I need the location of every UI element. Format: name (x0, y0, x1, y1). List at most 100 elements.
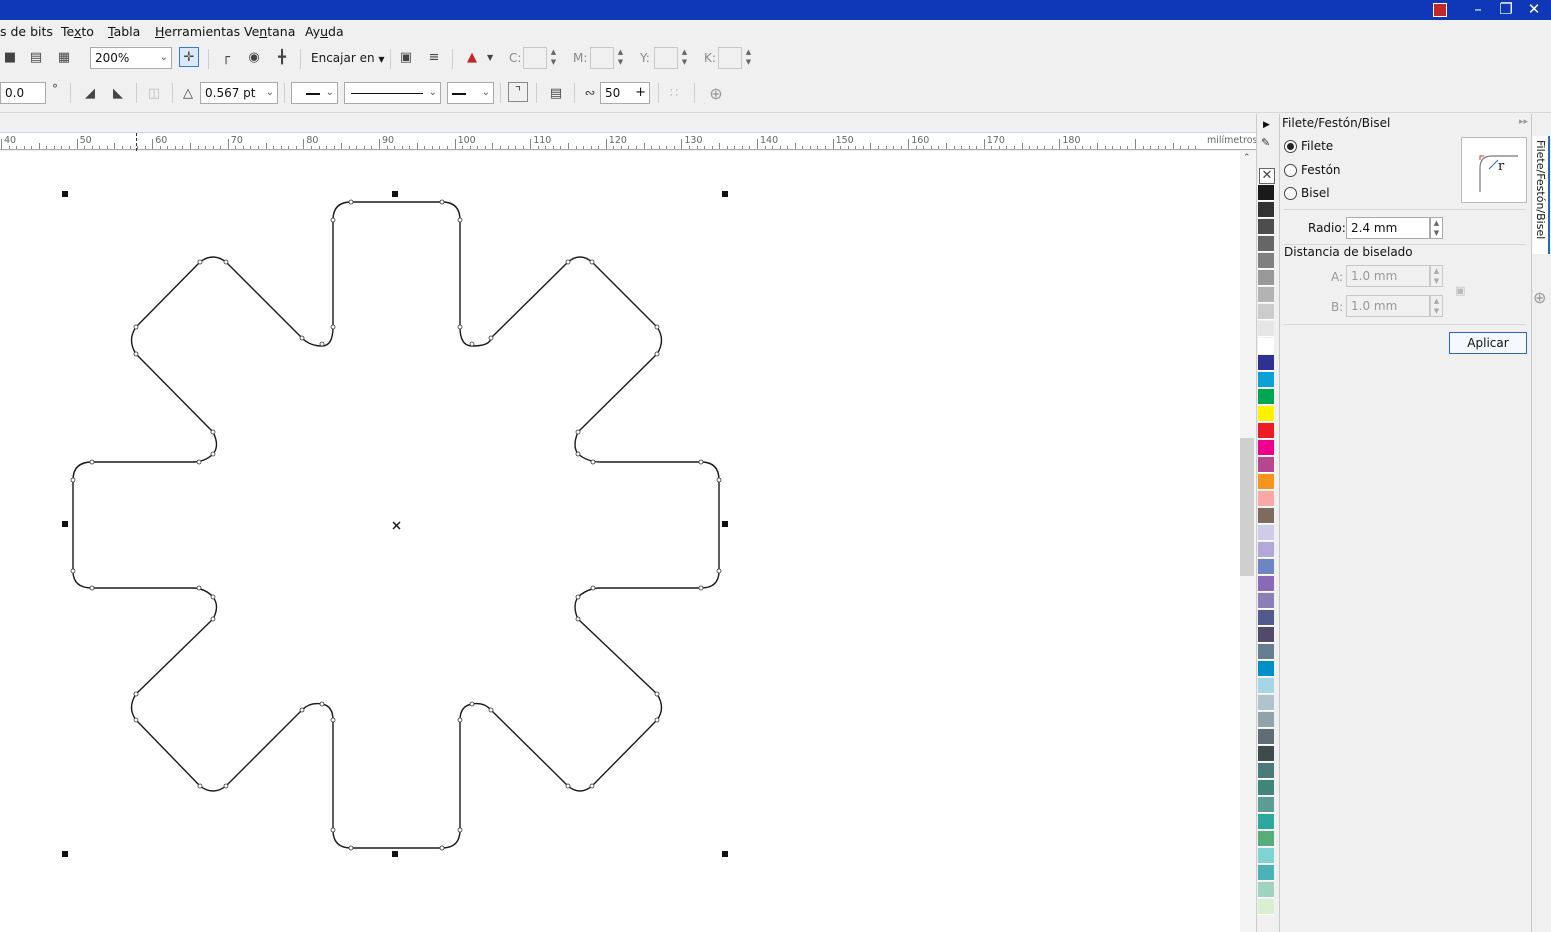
menu-item-bitmaps[interactable]: s de bits (0, 24, 53, 39)
color-swatch[interactable] (1258, 746, 1274, 762)
options-icon[interactable]: ▣ (396, 47, 416, 67)
color-swatch[interactable] (1258, 644, 1274, 660)
color-swatch[interactable] (1258, 525, 1274, 541)
color-swatch[interactable] (1258, 253, 1274, 269)
color-swatch[interactable] (1258, 270, 1274, 286)
color-swatch[interactable] (1258, 423, 1274, 439)
color-swatch[interactable] (1258, 389, 1274, 405)
color-swatch[interactable] (1258, 304, 1274, 320)
line-style-select[interactable]: ⌄ (344, 82, 441, 104)
color-swatch[interactable] (1258, 678, 1274, 694)
color-swatch[interactable] (1258, 219, 1274, 235)
color-swatch[interactable] (1258, 763, 1274, 779)
color-swatch[interactable] (1258, 899, 1274, 915)
mirror-vertical-icon[interactable]: ◣ (108, 83, 128, 103)
color-swatch[interactable] (1258, 372, 1274, 388)
color-swatch[interactable] (1258, 661, 1274, 677)
color-swatch[interactable] (1258, 185, 1274, 201)
minimize-icon[interactable]: – (1464, 0, 1492, 20)
publish-pdf-icon[interactable]: ▦ (54, 47, 74, 67)
color-swatch[interactable] (1258, 797, 1274, 813)
outline-pen-icon[interactable]: △ (178, 83, 198, 103)
color-swatch[interactable] (1258, 406, 1274, 422)
grid-view-icon[interactable]: ◉ (244, 47, 264, 67)
radio-scallop[interactable]: Festón (1284, 163, 1341, 177)
color-swatch[interactable] (1258, 831, 1274, 847)
launcher-dropdown-icon[interactable]: ▼ (487, 53, 493, 62)
smoothness-icon[interactable]: ∾ (580, 83, 600, 103)
color-swatch[interactable] (1258, 729, 1274, 745)
radio-fillet[interactable]: Filete (1284, 139, 1333, 153)
radius-spinner-icon[interactable]: ▲ ▼ (1430, 217, 1443, 239)
ruler-tick (197, 146, 199, 149)
color-swatch[interactable] (1258, 440, 1274, 456)
snap-to-menu[interactable]: Encajar en ▼ (311, 51, 385, 65)
color-swatch[interactable] (1258, 848, 1274, 864)
color-swatch[interactable] (1258, 508, 1274, 524)
zoom-select[interactable]: 200% ⌄ (90, 47, 172, 69)
color-swatch[interactable] (1258, 780, 1274, 796)
color-swatch[interactable] (1258, 474, 1274, 490)
color-swatch[interactable] (1258, 559, 1274, 575)
drawing-canvas[interactable] (0, 151, 1240, 932)
add-docker-icon[interactable]: ⊕ (1533, 288, 1546, 307)
color-swatch[interactable] (1258, 355, 1274, 371)
close-curve-icon[interactable]: ⌝ (508, 82, 528, 102)
align-settings-icon[interactable]: ≡ (424, 47, 444, 67)
menu-item-table[interactable]: Tabla (108, 24, 140, 39)
color-swatch[interactable] (1258, 610, 1274, 626)
color-swatch[interactable] (1258, 542, 1274, 558)
no-color-swatch[interactable]: ✕ (1259, 168, 1275, 184)
docker-tab-label: Filete/Festón/Bisel (1534, 140, 1547, 240)
color-swatch[interactable] (1258, 695, 1274, 711)
color-swatch[interactable] (1258, 593, 1274, 609)
add-icon[interactable]: ⊕ (706, 83, 726, 103)
canvas-svg[interactable] (0, 151, 1240, 932)
docker-expand-icon[interactable]: ▸▸ (1519, 117, 1528, 127)
ruler-tick (1187, 146, 1189, 149)
color-swatch[interactable] (1258, 202, 1274, 218)
outline-width-select[interactable]: 0.567 pt ⌄ (200, 82, 278, 104)
launcher-icon[interactable]: ▲ (462, 47, 482, 67)
start-arrow-select[interactable]: ⌄ (291, 82, 338, 104)
color-swatch[interactable] (1258, 287, 1274, 303)
menu-item-text[interactable]: Texto (61, 24, 94, 39)
color-swatch[interactable] (1258, 865, 1274, 881)
ruler-tick (31, 146, 33, 149)
eyedropper-icon[interactable]: ✎ (1261, 136, 1270, 149)
color-swatch[interactable] (1258, 236, 1274, 252)
color-swatch[interactable] (1258, 882, 1274, 898)
full-screen-icon[interactable]: ✛ (179, 47, 199, 67)
restore-icon[interactable]: ❐ (1492, 0, 1520, 20)
apply-button[interactable]: Aplicar (1449, 332, 1527, 354)
scroll-up-icon[interactable]: ⌃ (1243, 153, 1251, 163)
color-swatch[interactable] (1258, 627, 1274, 643)
color-swatch[interactable] (1258, 338, 1274, 354)
menu-item-help[interactable]: Ayuda (305, 24, 344, 39)
rotation-angle-field[interactable]: 0.0 (0, 82, 46, 104)
color-swatch[interactable] (1258, 491, 1274, 507)
menu-item-tools[interactable]: Herramientas (155, 24, 240, 39)
close-icon[interactable]: ✕ (1520, 0, 1548, 20)
menu-item-window[interactable]: Ventana (244, 24, 295, 39)
ruler-tick (23, 146, 25, 149)
scrollbar-thumb[interactable] (1240, 438, 1254, 576)
color-swatch[interactable] (1258, 814, 1274, 830)
color-swatch[interactable] (1258, 712, 1274, 728)
palette-expand-icon[interactable]: ▶ (1263, 120, 1270, 130)
export-icon[interactable]: ▤ (26, 47, 46, 67)
radius-field[interactable]: 2.4 mm (1346, 217, 1430, 239)
color-swatch[interactable] (1258, 321, 1274, 337)
color-swatch[interactable] (1258, 457, 1274, 473)
smoothness-field[interactable]: 50 + (600, 82, 650, 104)
radio-chamfer[interactable]: Bisel (1284, 186, 1330, 200)
ruler-tick (424, 146, 426, 149)
reflect-nodes-icon[interactable]: ▤ (546, 83, 566, 103)
guidelines-icon[interactable]: ╋ (272, 47, 292, 67)
color-swatch[interactable] (1258, 576, 1274, 592)
rulers-icon[interactable]: ┌ (216, 47, 236, 67)
k-field (718, 47, 742, 69)
end-arrow-select[interactable]: ⌄ (447, 82, 494, 104)
import-icon[interactable]: ■ (0, 47, 20, 67)
mirror-horizontal-icon[interactable]: ◢ (80, 83, 100, 103)
